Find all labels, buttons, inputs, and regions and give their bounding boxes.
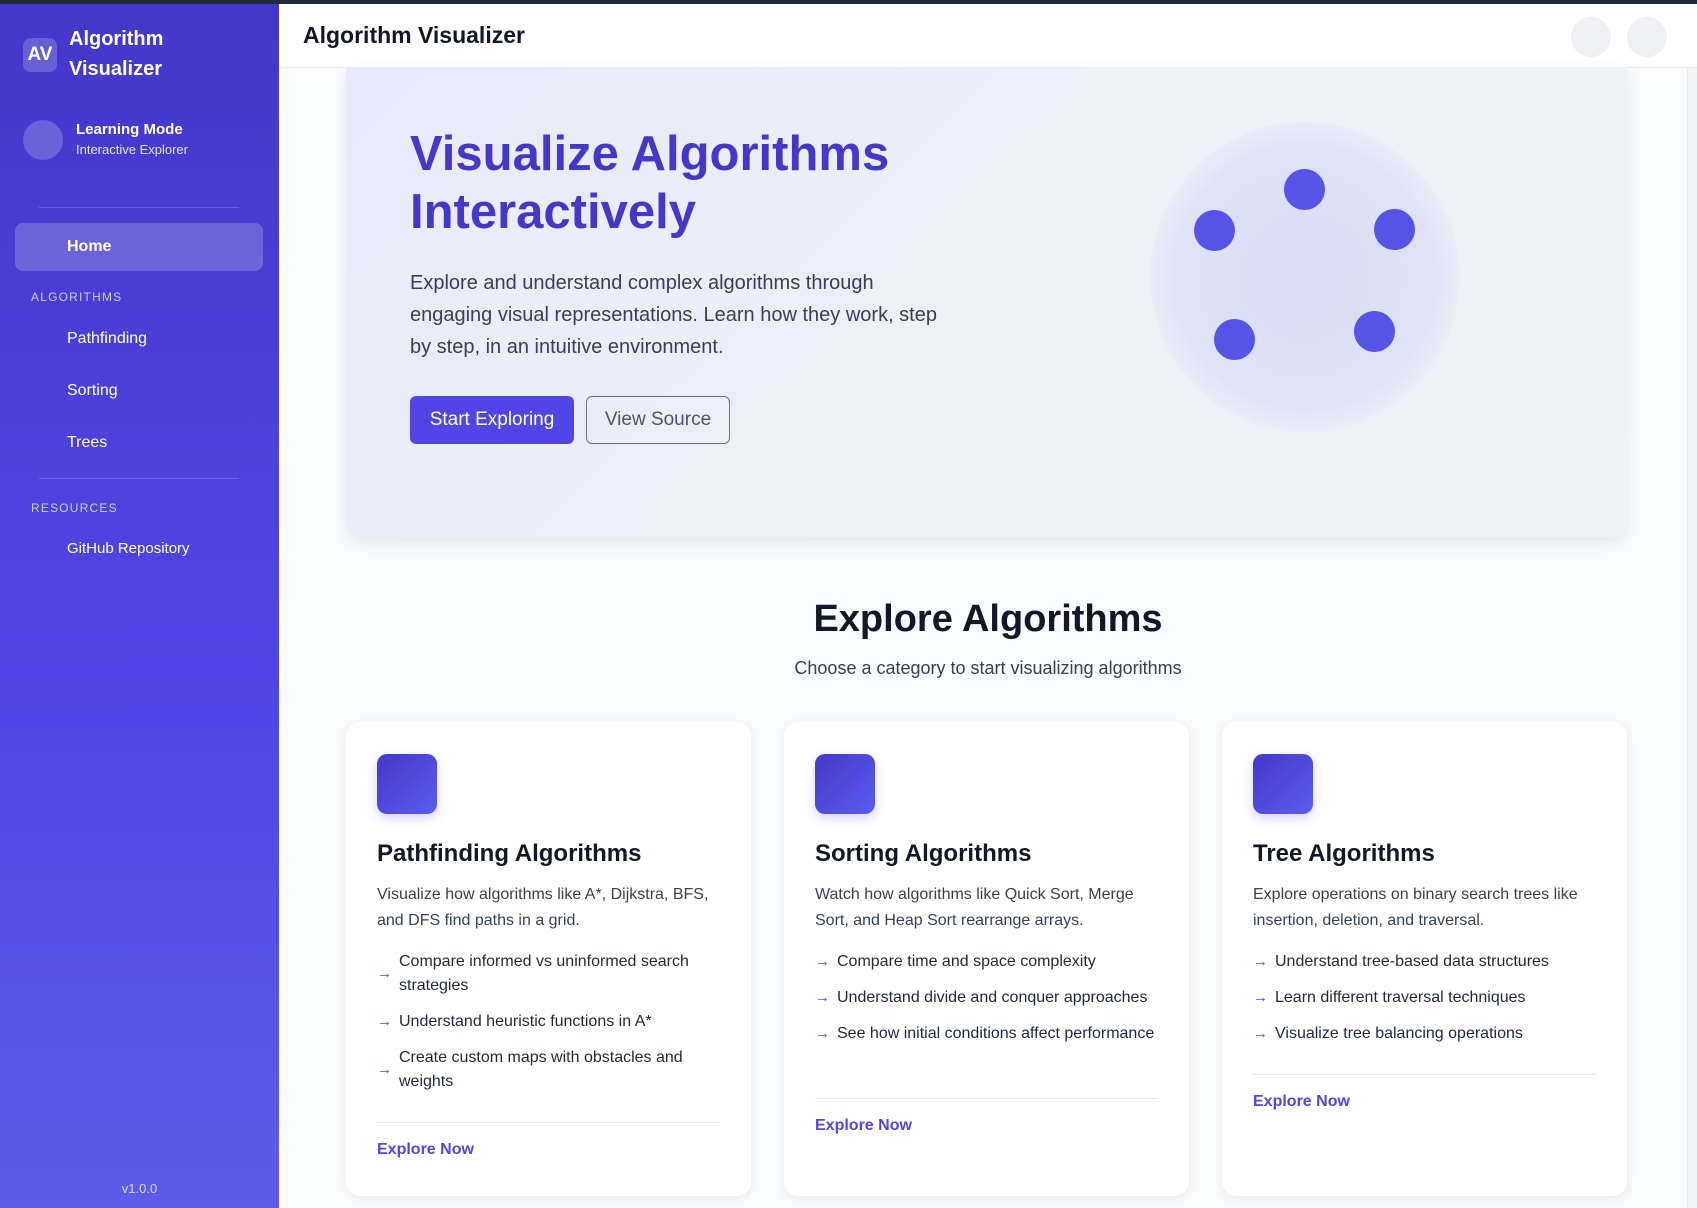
- profile-name: Learning Mode: [76, 121, 183, 138]
- pathfinding-icon: [377, 754, 437, 814]
- list-item: → Understand heuristic functions in A*: [377, 1010, 722, 1034]
- logo-badge: AV: [23, 38, 57, 72]
- list-item: → See how initial conditions affect perfo…: [815, 1022, 1160, 1046]
- card-title: Tree Algorithms: [1253, 840, 1435, 867]
- sidebar-item-sorting[interactable]: Sorting: [15, 367, 263, 415]
- view-source-button[interactable]: View Source: [586, 396, 730, 444]
- feature-text: Create custom maps with obstacles and we…: [399, 1049, 683, 1090]
- profile-subtitle: Interactive Explorer: [76, 142, 188, 157]
- card-divider: [1253, 1074, 1596, 1075]
- settings-button[interactable]: [1627, 17, 1667, 57]
- arrow-right-icon: →: [1253, 1025, 1268, 1042]
- app-window: AV Algorithm Visualizer Learning Mode In…: [0, 4, 1697, 1208]
- list-item: → Understand divide and conquer approache…: [815, 986, 1160, 1010]
- sidebar-item-github[interactable]: GitHub Repository: [15, 525, 263, 573]
- card-description: Visualize how algorithms like A*, Dijkst…: [377, 886, 709, 929]
- card-sorting: Sorting Algorithms Watch how algorithms …: [784, 722, 1189, 1196]
- sidebar: AV Algorithm Visualizer Learning Mode In…: [0, 4, 279, 1208]
- explore-now-link[interactable]: Explore Now: [815, 1117, 912, 1135]
- list-item: → Understand tree-based data structures: [1253, 950, 1598, 974]
- hero-title: Visualize Algorithms Interactively: [410, 127, 890, 239]
- sidebar-item-home[interactable]: Home: [15, 223, 263, 271]
- sidebar-section-resources: RESOURCES: [31, 501, 118, 515]
- sidebar-section-algorithms: ALGORITHMS: [31, 290, 123, 304]
- graph-node: [1284, 169, 1325, 210]
- sidebar-divider: [39, 207, 239, 208]
- graph-illustration: [1150, 122, 1460, 432]
- version-label: v1.0.0: [121, 1181, 158, 1196]
- feature-text: See how initial conditions affect perfor…: [837, 1025, 1155, 1042]
- feature-text: Understand heuristic functions in A*: [399, 1013, 652, 1030]
- feature-text: Understand tree-based data structures: [1275, 953, 1549, 970]
- list-item: → Compare informed vs uninformed search s…: [377, 950, 722, 998]
- sorting-icon: [815, 754, 875, 814]
- page-title: Algorithm Visualizer: [303, 22, 525, 48]
- arrow-right-icon: →: [815, 1025, 830, 1042]
- feature-text: Understand divide and conquer approaches: [837, 989, 1148, 1006]
- sidebar-item-trees[interactable]: Trees: [15, 419, 263, 467]
- list-item: → Compare time and space complexity: [815, 950, 1160, 974]
- card-divider: [377, 1122, 720, 1123]
- list-item: → Create custom maps with obstacles and w…: [377, 1046, 722, 1094]
- card-title: Pathfinding Algorithms: [377, 840, 642, 867]
- list-item: → Learn different traversal techniques: [1253, 986, 1598, 1010]
- card-description: Explore operations on binary search tree…: [1253, 886, 1578, 929]
- card-description: Watch how algorithms like Quick Sort, Me…: [815, 886, 1134, 929]
- tree-icon: [1253, 754, 1313, 814]
- profile: Learning Mode Interactive Explorer: [23, 120, 188, 160]
- arrow-right-icon: →: [1253, 989, 1268, 1006]
- feature-text: Visualize tree balancing operations: [1275, 1025, 1523, 1042]
- explore-subtitle: Choose a category to start visualizing a…: [794, 658, 1182, 678]
- main-content: Algorithm Visualizer Visualize Algorithm…: [279, 4, 1697, 1208]
- card-trees: Tree Algorithms Explore operations on bi…: [1222, 722, 1627, 1196]
- feature-list: → Compare informed vs uninformed search s…: [377, 950, 722, 1106]
- graph-node: [1374, 209, 1415, 250]
- arrow-right-icon: →: [815, 989, 830, 1006]
- brand[interactable]: AV Algorithm Visualizer: [23, 24, 199, 84]
- arrow-right-icon: →: [377, 1013, 392, 1030]
- graph-node: [1214, 319, 1255, 360]
- avatar: [23, 120, 63, 160]
- graph-node: [1354, 311, 1395, 352]
- explore-title: Explore Algorithms: [813, 598, 1163, 640]
- list-item: → Visualize tree balancing operations: [1253, 1022, 1598, 1046]
- feature-text: Compare time and space complexity: [837, 953, 1096, 970]
- card-pathfinding: Pathfinding Algorithms Visualize how alg…: [346, 722, 751, 1196]
- arrow-right-icon: →: [815, 953, 830, 970]
- feature-text: Compare informed vs uninformed search st…: [399, 953, 689, 994]
- hero-section: Visualize Algorithms Interactively Explo…: [346, 67, 1627, 537]
- card-divider: [815, 1098, 1158, 1099]
- card-title: Sorting Algorithms: [815, 840, 1032, 867]
- feature-list: → Compare time and space complexity → Unde…: [815, 950, 1160, 1058]
- theme-toggle-button[interactable]: [1571, 17, 1611, 57]
- explore-now-link[interactable]: Explore Now: [1253, 1093, 1350, 1111]
- feature-text: Learn different traversal techniques: [1275, 989, 1526, 1006]
- top-bar: Algorithm Visualizer: [279, 4, 1697, 68]
- sidebar-item-pathfinding[interactable]: Pathfinding: [15, 315, 263, 363]
- explore-now-link[interactable]: Explore Now: [377, 1141, 474, 1159]
- brand-title: Algorithm Visualizer: [69, 28, 164, 80]
- sidebar-divider: [39, 478, 239, 479]
- hero-description: Explore and understand complex algorithm…: [410, 272, 937, 358]
- start-exploring-button[interactable]: Start Exploring: [410, 396, 574, 444]
- arrow-right-icon: →: [1253, 953, 1268, 970]
- graph-node: [1194, 210, 1235, 251]
- arrow-right-icon: →: [377, 965, 392, 982]
- feature-list: → Understand tree-based data structures →…: [1253, 950, 1598, 1058]
- arrow-right-icon: →: [377, 1061, 392, 1078]
